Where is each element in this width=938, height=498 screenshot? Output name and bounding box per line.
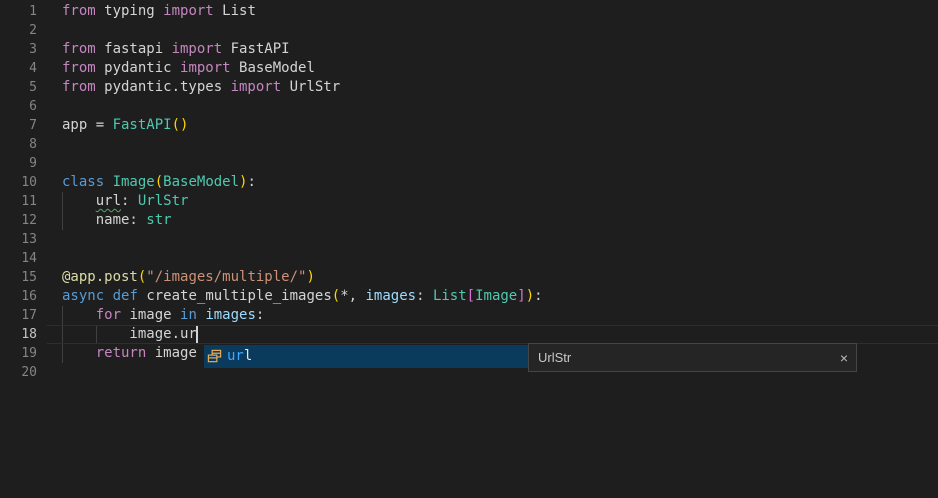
line-number: 19 xyxy=(0,344,37,363)
code-line[interactable]: 16 async def create_multiple_images(*, im… xyxy=(0,287,938,306)
code-line[interactable]: 4 from pydantic import BaseModel xyxy=(0,59,938,78)
code-text: from fastapi import FastAPI xyxy=(62,41,290,57)
line-number: 13 xyxy=(0,230,37,249)
code-line[interactable]: 8 xyxy=(0,135,938,154)
text-cursor xyxy=(196,326,198,343)
line-number: 8 xyxy=(0,135,37,154)
line-number: 12 xyxy=(0,211,37,230)
line-number: 18 xyxy=(0,325,37,344)
suggestion-item-url[interactable]: url xyxy=(204,345,528,368)
line-number: 7 xyxy=(0,116,37,135)
indent-guide xyxy=(62,192,63,211)
code-text: async def create_multiple_images(*, imag… xyxy=(62,288,543,304)
indent-guide xyxy=(62,325,63,344)
line-number: 16 xyxy=(0,287,37,306)
code-line[interactable]: 12 name: str xyxy=(0,211,938,230)
code-text: return image xyxy=(62,345,197,361)
line-number: 11 xyxy=(0,192,37,211)
line-number: 4 xyxy=(0,59,37,78)
code-lines: 1 from typing import List 23 from fastapi i… xyxy=(0,2,938,382)
code-line[interactable]: 17 for image in images: xyxy=(0,306,938,325)
indent-guide xyxy=(62,344,63,363)
field-icon xyxy=(207,349,222,364)
indent-guide xyxy=(96,325,97,344)
code-text: from pydantic.types import UrlStr xyxy=(62,79,340,95)
indent-guide xyxy=(62,211,63,230)
suggestion-label: url xyxy=(227,347,252,366)
code-text: image.ur xyxy=(62,326,197,342)
line-number: 1 xyxy=(0,2,37,21)
code-text: url: UrlStr xyxy=(62,193,188,209)
line-number: 5 xyxy=(0,78,37,97)
line-number: 17 xyxy=(0,306,37,325)
line-number: 15 xyxy=(0,268,37,287)
code-text: from pydantic import BaseModel xyxy=(62,60,315,76)
code-line[interactable]: 7 app = FastAPI() xyxy=(0,116,938,135)
line-number: 9 xyxy=(0,154,37,173)
code-text: class Image(BaseModel): xyxy=(62,174,256,190)
line-number: 2 xyxy=(0,21,37,40)
code-line[interactable]: 2 xyxy=(0,21,938,40)
line-number: 20 xyxy=(0,363,37,382)
code-line[interactable]: 9 xyxy=(0,154,938,173)
code-line[interactable]: 11 url: UrlStr xyxy=(0,192,938,211)
suggestion-detail-type: UrlStr xyxy=(538,348,571,367)
suggestion-match-text: ur xyxy=(227,348,244,364)
code-text: from typing import List xyxy=(62,3,256,19)
indent-guide xyxy=(62,306,63,325)
line-number: 14 xyxy=(0,249,37,268)
code-line[interactable]: 1 from typing import List xyxy=(0,2,938,21)
code-text: app = FastAPI() xyxy=(62,117,188,133)
code-line[interactable]: 14 xyxy=(0,249,938,268)
code-line[interactable]: 5 from pydantic.types import UrlStr xyxy=(0,78,938,97)
code-line[interactable]: 18 image.ur xyxy=(0,325,938,344)
suggestion-rest-text: l xyxy=(244,348,252,364)
close-icon[interactable]: × xyxy=(840,351,848,365)
line-number: 3 xyxy=(0,40,37,59)
code-text: for image in images: xyxy=(62,307,264,323)
code-text: name: str xyxy=(62,212,172,228)
code-editor[interactable]: 1 from typing import List 23 from fastapi i… xyxy=(0,0,938,498)
code-line[interactable]: 10 class Image(BaseModel): xyxy=(0,173,938,192)
code-line[interactable]: 13 xyxy=(0,230,938,249)
code-line[interactable]: 6 xyxy=(0,97,938,116)
line-number: 10 xyxy=(0,173,37,192)
code-text: @app.post("/images/multiple/") xyxy=(62,269,315,285)
code-line[interactable]: 15 @app.post("/images/multiple/") xyxy=(0,268,938,287)
suggestion-details-panel: UrlStr × xyxy=(528,343,857,372)
code-line[interactable]: 3 from fastapi import FastAPI xyxy=(0,40,938,59)
line-number: 6 xyxy=(0,97,37,116)
